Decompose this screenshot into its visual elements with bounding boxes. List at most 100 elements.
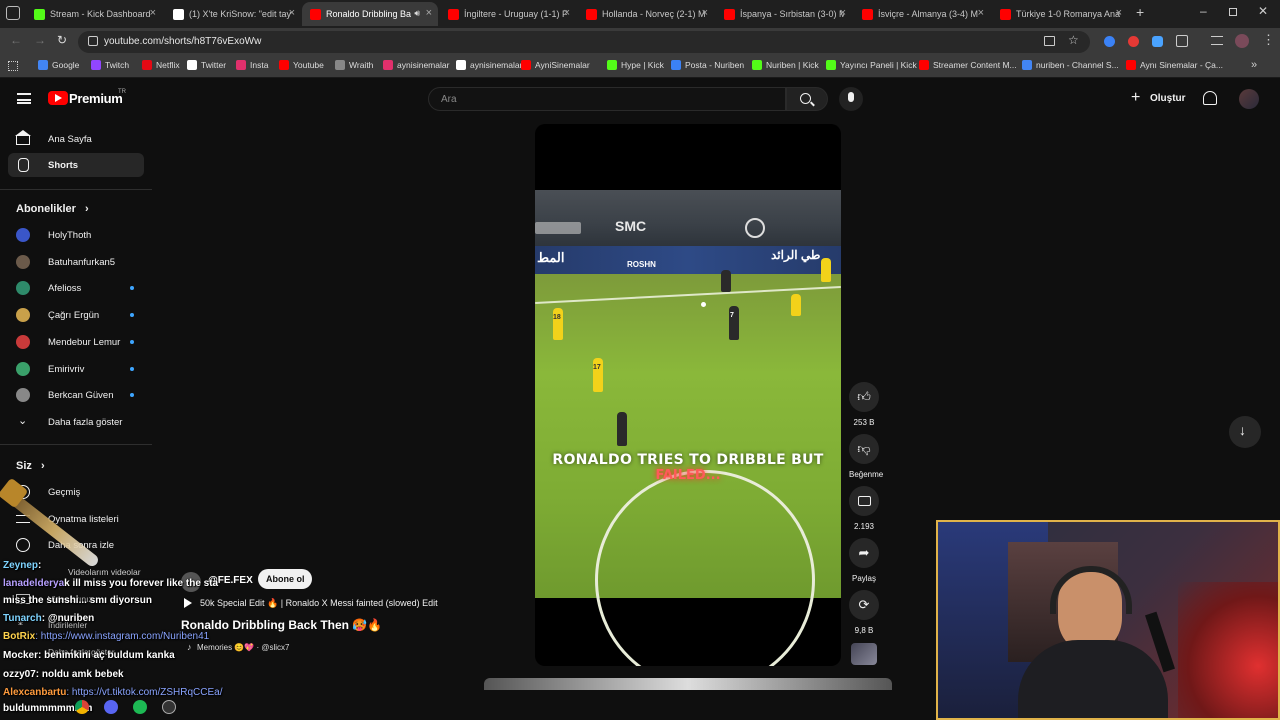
- sound-thumbnail[interactable]: [851, 643, 877, 665]
- you-heading[interactable]: Siz ›: [16, 460, 45, 472]
- browser-menu-icon[interactable]: ⋮: [1262, 32, 1275, 48]
- browser-tab[interactable]: Hollanda - Norveç (2-1) M ×: [578, 2, 714, 26]
- bookmark-item[interactable]: Nuriben | Kick: [752, 60, 819, 70]
- search-input[interactable]: Ara: [428, 87, 786, 111]
- sidebar-subscription-item[interactable]: Çağrı Ergün: [8, 303, 144, 327]
- sidebar-subscription-item[interactable]: Afelioss: [8, 276, 144, 300]
- audio-playing-icon[interactable]: 🔊︎: [414, 8, 420, 19]
- notifications-bell-icon[interactable]: [1203, 91, 1217, 105]
- share-button[interactable]: ➦: [849, 538, 879, 568]
- short-title: Ronaldo Dribbling Back Then 🥵🔥: [181, 618, 383, 632]
- bookmark-item[interactable]: Youtube: [279, 60, 324, 70]
- extension-icon-2[interactable]: [1128, 36, 1139, 47]
- webcam-light: [1178, 582, 1278, 718]
- sidebar-subscription-item[interactable]: Berkcan Güven: [8, 383, 144, 407]
- more-bookmarks-icon[interactable]: »: [1251, 59, 1257, 71]
- close-tab-icon[interactable]: ×: [289, 7, 295, 19]
- remix-button[interactable]: ⟳: [849, 590, 879, 620]
- comments-button[interactable]: [849, 486, 879, 516]
- close-tab-icon[interactable]: ×: [426, 7, 432, 19]
- close-tab-icon[interactable]: ×: [150, 7, 156, 19]
- apps-grid-icon[interactable]: [8, 61, 18, 71]
- reload-icon[interactable]: ↻: [57, 33, 67, 47]
- bookmark-item[interactable]: Netflix: [142, 60, 180, 70]
- close-tab-icon[interactable]: ×: [978, 7, 984, 19]
- tab-search-icon[interactable]: [6, 6, 20, 20]
- next-short-button[interactable]: ↓: [1229, 416, 1261, 448]
- like-button[interactable]: 👍︎: [849, 382, 879, 412]
- new-tab-button[interactable]: +: [1136, 4, 1144, 20]
- media-controls-icon[interactable]: [1211, 36, 1223, 45]
- short-description[interactable]: 50k Special Edit 🔥 | Ronaldo X Messi fai…: [200, 598, 438, 609]
- chrome-taskbar-icon[interactable]: [75, 700, 89, 714]
- music-credit[interactable]: Memories 😊💖 · @slicx7: [197, 643, 290, 652]
- site-info-icon[interactable]: [88, 36, 98, 46]
- sidebar-subscription-item[interactable]: Batuhanfurkan5: [8, 250, 144, 274]
- short-video-player[interactable]: SMC المط ROSHN طي الرائد 18 17 7 RONALDO…: [535, 124, 841, 666]
- bookmark-item[interactable]: AyniSinemalar: [521, 60, 590, 70]
- bookmark-item[interactable]: Streamer Content M...: [919, 60, 1017, 70]
- bookmark-star-icon[interactable]: ☆: [1068, 33, 1079, 47]
- minimize-button[interactable]: –: [1200, 4, 1207, 18]
- sidebar-item-history[interactable]: Geçmiş: [8, 480, 144, 504]
- bookmark-item[interactable]: Posta - Nuriben: [671, 60, 744, 70]
- extension-icon-3[interactable]: [1152, 36, 1163, 47]
- sidebar-subscription-item[interactable]: Emirivriv: [8, 357, 144, 381]
- dislike-button[interactable]: 👎︎: [849, 434, 879, 464]
- discord-taskbar-icon[interactable]: [104, 700, 118, 714]
- share-action[interactable]: ➦ Paylaş: [849, 538, 879, 583]
- url-field[interactable]: youtube.com/shorts/h8T76vExoWw ☆: [78, 31, 1090, 53]
- close-tab-icon[interactable]: ×: [702, 7, 708, 19]
- browser-tab[interactable]: Türkiye 1-0 Romanya Ana ×: [992, 2, 1128, 26]
- subscriptions-heading[interactable]: Abonelikler ›: [16, 203, 89, 215]
- bookmark-item[interactable]: Insta: [236, 60, 268, 70]
- steam-taskbar-icon[interactable]: [162, 700, 176, 714]
- close-window-button[interactable]: ✕: [1258, 4, 1268, 18]
- show-more-button[interactable]: ⌄ Daha fazla göster: [8, 410, 144, 434]
- extensions-puzzle-icon[interactable]: [1176, 35, 1188, 47]
- tab-title: Hollanda - Norveç (2-1) M: [602, 9, 706, 19]
- extension-icon-1[interactable]: [1104, 36, 1115, 47]
- bookmark-item[interactable]: nuriben - Channel S...: [1022, 60, 1119, 70]
- browser-tab[interactable]: (1) X'te KriSnow: "edit tay ×: [165, 2, 301, 26]
- close-tab-icon[interactable]: ×: [1116, 7, 1122, 19]
- sidebar-item-home[interactable]: Ana Sayfa: [8, 127, 144, 151]
- pitch-center-circle: [595, 470, 815, 666]
- like-action[interactable]: 👍︎ 253 B: [849, 382, 879, 427]
- remix-action[interactable]: ⟳ 9,8 B: [849, 590, 879, 635]
- subscribe-button[interactable]: Abone ol: [258, 569, 312, 589]
- search-button[interactable]: [786, 87, 828, 111]
- youtube-logo[interactable]: [48, 91, 68, 105]
- voice-search-button[interactable]: [839, 87, 863, 111]
- bookmark-item[interactable]: aynisinemalar: [456, 60, 522, 70]
- profile-avatar[interactable]: [1235, 34, 1249, 48]
- maximize-button[interactable]: [1229, 8, 1237, 16]
- dislike-action[interactable]: 👎︎ Beğenme: [849, 434, 883, 479]
- account-avatar[interactable]: [1239, 89, 1259, 109]
- install-app-icon[interactable]: [1044, 36, 1055, 46]
- bookmark-item[interactable]: Twitch: [91, 60, 129, 70]
- sidebar-item-shorts[interactable]: Shorts: [8, 153, 144, 177]
- browser-tab[interactable]: Stream - Kick Dashboard ×: [26, 2, 162, 26]
- bookmark-item[interactable]: Yayıncı Paneli | Kick: [826, 60, 917, 70]
- spotify-taskbar-icon[interactable]: [133, 700, 147, 714]
- hamburger-menu-icon[interactable]: [17, 93, 31, 104]
- sidebar-subscription-item[interactable]: Mendebur Lemur: [8, 330, 144, 354]
- comments-action[interactable]: 2.193: [849, 486, 879, 531]
- close-tab-icon[interactable]: ×: [840, 7, 846, 19]
- bookmark-item[interactable]: Hype | Kick: [607, 60, 664, 70]
- browser-tab[interactable]: İsviçre - Almanya (3-4) M ×: [854, 2, 990, 26]
- bookmark-item[interactable]: Wraith: [335, 60, 373, 70]
- bookmark-item[interactable]: aynisinemalar: [383, 60, 449, 70]
- sidebar-subscription-item[interactable]: HolyThoth: [8, 223, 144, 247]
- browser-tab[interactable]: İspanya - Sırbistan (3-0) M ×: [716, 2, 852, 26]
- bookmark-item[interactable]: Twitter: [187, 60, 226, 70]
- forward-icon[interactable]: →: [34, 33, 46, 47]
- browser-tab[interactable]: Ronaldo Dribbling Ba 🔊︎ ×: [302, 2, 438, 26]
- bookmark-item[interactable]: Google: [38, 60, 79, 70]
- browser-tab[interactable]: İngiltere - Uruguay (1-1) F ×: [440, 2, 576, 26]
- create-button[interactable]: + Oluştur: [1128, 88, 1186, 110]
- bookmark-item[interactable]: Aynı Sinemalar - Ça...: [1126, 60, 1223, 70]
- close-tab-icon[interactable]: ×: [564, 7, 570, 19]
- back-icon[interactable]: ←: [10, 33, 22, 47]
